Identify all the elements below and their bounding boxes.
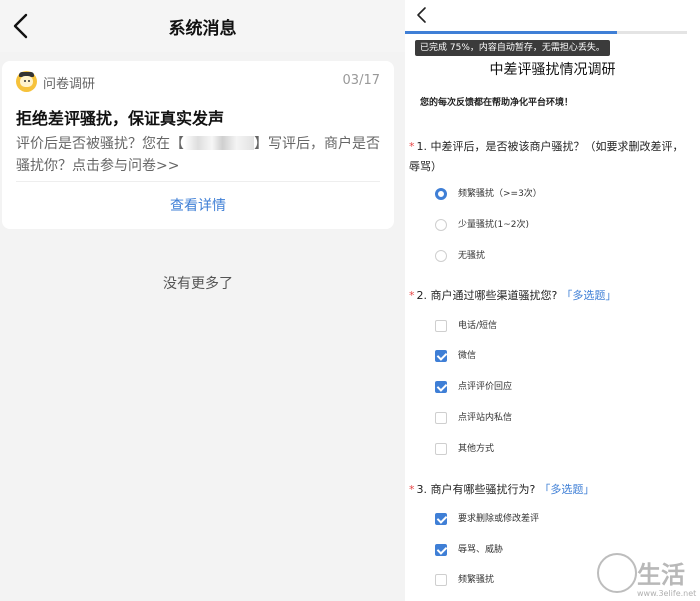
multi-select-tag: 「多选题」 <box>539 483 595 496</box>
checkbox[interactable] <box>435 412 447 424</box>
card-body-text-1: 评价后是否被骚扰？您在【 <box>16 136 184 152</box>
message-panel: 系统消息 问卷调研 03/17 拒绝差评骚扰，保证真实发声 评价后是否被骚扰？您… <box>0 0 405 601</box>
survey-mascot-icon <box>16 71 37 92</box>
checkbox[interactable] <box>435 381 447 393</box>
no-more-text: 没有更多了 <box>163 276 233 292</box>
nav-bar: 系统消息 <box>0 0 405 52</box>
back-button[interactable] <box>414 6 430 24</box>
card-source: 问卷调研 <box>43 77 96 92</box>
question-text: 2. 商户通过哪些渠道骚扰您? <box>416 289 558 302</box>
checkbox[interactable] <box>435 443 447 455</box>
checkbox[interactable] <box>435 513 447 525</box>
survey-panel: 已完成 75%，内容自动暂存，无需担心丢失。 中差评骚扰情况调研 您的每次反馈都… <box>405 0 700 601</box>
question-text: 3. 商户有哪些骚扰行为? <box>416 483 536 496</box>
progress-tooltip: 已完成 75%，内容自动暂存，无需担心丢失。 <box>415 40 610 56</box>
progress-bar <box>405 31 687 34</box>
radio-button[interactable] <box>435 188 447 200</box>
option-label: 点评站内私信 <box>458 413 513 423</box>
watermark-url: www.3elife.net <box>637 589 697 598</box>
option-label: 微信 <box>458 351 477 361</box>
question-3: * 3. 商户有哪些骚扰行为? 「多选题」 <box>409 480 594 500</box>
required-mark: * <box>409 483 415 496</box>
multi-select-tag: 「多选题」 <box>561 289 617 302</box>
survey-description: 您的每次反馈都在帮助净化平台环境！ <box>420 98 574 108</box>
checkbox[interactable] <box>435 544 447 556</box>
chevron-left-icon <box>417 7 426 23</box>
card-date: 03/17 <box>342 73 380 88</box>
watermark: 生活 www.3elife.net <box>597 553 700 601</box>
option-label: 辱骂、威胁 <box>458 545 504 555</box>
redacted-shop-name <box>184 136 254 150</box>
survey-title: 中差评骚扰情况调研 <box>489 62 616 78</box>
required-mark: * <box>409 289 415 302</box>
option-label: 要求删除或修改差评 <box>458 514 540 524</box>
view-details-link[interactable]: 查看详情 <box>2 195 394 215</box>
option-label: 其他方式 <box>458 444 495 454</box>
checkbox[interactable] <box>435 320 447 332</box>
question-2: * 2. 商户通过哪些渠道骚扰您? 「多选题」 <box>409 286 616 306</box>
card-body: 评价后是否被骚扰？您在【 】写评后，商户是否骚扰你？点击参与问卷>> <box>16 133 388 177</box>
page-title: 系统消息 <box>168 19 237 39</box>
progress-fill <box>405 31 617 34</box>
checkbox[interactable] <box>435 574 447 586</box>
option-label: 点评评价回应 <box>458 382 513 392</box>
watermark-text: 生活 <box>637 561 685 589</box>
radio-button[interactable] <box>435 219 447 231</box>
required-mark: * <box>409 140 415 153</box>
option-label: 频繁骚扰（>=3次） <box>458 189 542 199</box>
radio-button[interactable] <box>435 250 447 262</box>
option-label: 电话/短信 <box>458 321 498 331</box>
checkbox[interactable] <box>435 350 447 362</box>
card-title: 拒绝差评骚扰，保证真实发声 <box>16 109 225 128</box>
message-card[interactable]: 问卷调研 03/17 拒绝差评骚扰，保证真实发声 评价后是否被骚扰？您在【 】写评… <box>2 61 394 229</box>
question-1: * 1. 中差评后，是否被该商户骚扰？（如要求删改差评，辱骂） <box>409 137 691 177</box>
logo-circle-icon <box>597 553 637 593</box>
option-label: 少量骚扰(1~2次) <box>458 220 530 230</box>
card-source-row: 问卷调研 03/17 <box>16 71 380 93</box>
question-text: 1. 中差评后，是否被该商户骚扰？（如要求删改差评，辱骂） <box>409 140 684 173</box>
option-label: 无骚扰 <box>458 251 486 261</box>
option-label: 频繁骚扰 <box>458 575 495 585</box>
card-divider <box>16 181 380 182</box>
